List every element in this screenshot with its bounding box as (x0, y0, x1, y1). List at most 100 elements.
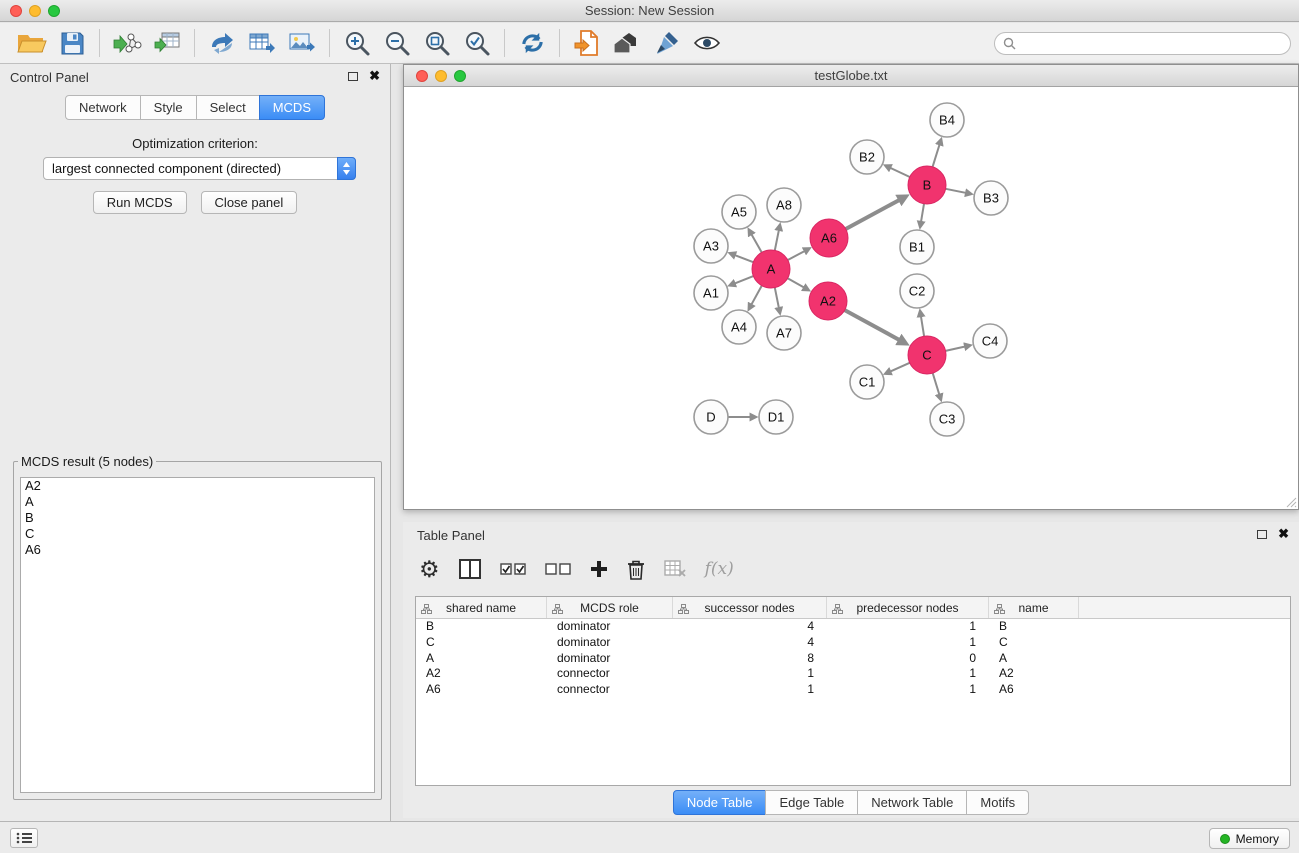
table-row[interactable]: A2connector11A2 (416, 666, 1290, 682)
graph-node-B1[interactable]: B1 (900, 230, 934, 264)
column-header-predecessor-nodes[interactable]: predecessor nodes (827, 597, 989, 618)
export-table-button[interactable] (242, 26, 282, 60)
close-panel-icon[interactable]: ✖ (369, 70, 380, 82)
import-network-button[interactable] (107, 26, 147, 60)
close-panel-button[interactable]: Close panel (201, 191, 298, 214)
zoom-fit-button[interactable] (417, 26, 457, 60)
network-close-button[interactable] (416, 70, 428, 82)
network-minimize-button[interactable] (435, 70, 447, 82)
float-table-panel-icon[interactable] (1257, 530, 1267, 539)
save-session-button[interactable] (52, 26, 92, 60)
close-button[interactable] (10, 5, 22, 17)
graph-node-A[interactable]: A (752, 250, 790, 288)
close-table-panel-icon[interactable]: ✖ (1278, 528, 1289, 540)
minimize-button[interactable] (29, 5, 41, 17)
graph-node-C4[interactable]: C4 (973, 324, 1007, 358)
delete-table-icon[interactable] (664, 560, 686, 578)
edge-B-B4[interactable] (933, 145, 940, 167)
zoom-in-button[interactable] (337, 26, 377, 60)
edge-C-C3[interactable] (933, 373, 940, 394)
tab-network-table[interactable]: Network Table (857, 790, 967, 815)
run-mcds-button[interactable]: Run MCDS (93, 191, 187, 214)
column-header-shared-name[interactable]: shared name (416, 597, 547, 618)
edge-A-A2[interactable] (788, 278, 804, 287)
mcds-result-item[interactable]: C (21, 526, 374, 542)
tab-select[interactable]: Select (196, 95, 260, 120)
edge-A-A8[interactable] (775, 231, 779, 251)
tab-edge-table[interactable]: Edge Table (765, 790, 858, 815)
edge-A-A5[interactable] (752, 235, 762, 253)
tab-network[interactable]: Network (65, 95, 141, 120)
graph-node-A1[interactable]: A1 (694, 276, 728, 310)
edge-A-A3[interactable] (735, 255, 753, 262)
search-input[interactable] (1021, 36, 1271, 51)
graph-node-A2[interactable]: A2 (809, 282, 847, 320)
column-visibility-icon[interactable] (459, 559, 481, 579)
graphics-details-button[interactable] (647, 26, 687, 60)
tab-motifs[interactable]: Motifs (966, 790, 1029, 815)
edge-B-B3[interactable] (946, 189, 966, 193)
edge-A2-C[interactable] (845, 310, 899, 340)
mcds-result-item[interactable]: B (21, 510, 374, 526)
graph-node-D1[interactable]: D1 (759, 400, 793, 434)
graph-node-D[interactable]: D (694, 400, 728, 434)
edge-C-C2[interactable] (921, 317, 924, 337)
edge-A-A1[interactable] (735, 276, 753, 283)
mcds-result-item[interactable]: A2 (21, 478, 374, 494)
tab-node-table[interactable]: Node Table (673, 790, 767, 815)
edge-A6-B[interactable] (846, 200, 899, 229)
column-header-MCDS-role[interactable]: MCDS role (547, 597, 673, 618)
resize-grip-icon[interactable] (1285, 496, 1297, 508)
deselect-all-rows-icon[interactable] (545, 562, 571, 576)
export-image-button[interactable] (282, 26, 322, 60)
float-panel-icon[interactable] (348, 72, 358, 81)
graph-node-B[interactable]: B (908, 166, 946, 204)
graph-node-C[interactable]: C (908, 336, 946, 374)
graph-node-B3[interactable]: B3 (974, 181, 1008, 215)
edge-C-C1[interactable] (891, 363, 910, 372)
network-view[interactable]: B4B2BB3A5A8A6B1A3AC2A1A2A4A7C4CC1C3DD1 (404, 87, 1298, 509)
edge-B-B1[interactable] (921, 204, 924, 222)
graph-node-A7[interactable]: A7 (767, 316, 801, 350)
add-row-icon[interactable] (590, 560, 608, 578)
network-zoom-button[interactable] (454, 70, 466, 82)
graph-node-A5[interactable]: A5 (722, 195, 756, 229)
show-hide-details-button[interactable] (687, 26, 727, 60)
zoom-selected-button[interactable] (457, 26, 497, 60)
graph-node-A4[interactable]: A4 (722, 310, 756, 344)
table-row[interactable]: Cdominator41C (416, 635, 1290, 651)
criterion-dropdown[interactable]: largest connected component (directed) (43, 157, 356, 180)
column-header-successor-nodes[interactable]: successor nodes (673, 597, 827, 618)
mcds-result-item[interactable]: A6 (21, 542, 374, 558)
open-document-button[interactable] (567, 26, 607, 60)
graph-node-B4[interactable]: B4 (930, 103, 964, 137)
table-row[interactable]: Bdominator41B (416, 619, 1290, 635)
show-all-networks-button[interactable] (607, 26, 647, 60)
network-canvas[interactable]: B4B2BB3A5A8A6B1A3AC2A1A2A4A7C4CC1C3DD1 (404, 87, 1298, 509)
mcds-result-item[interactable]: A (21, 494, 374, 510)
graph-node-A8[interactable]: A8 (767, 188, 801, 222)
mcds-result-list[interactable]: A2ABCA6 (20, 477, 375, 793)
graph-node-C1[interactable]: C1 (850, 365, 884, 399)
open-session-button[interactable] (12, 26, 52, 60)
graph-node-A6[interactable]: A6 (810, 219, 848, 257)
table-settings-gear-icon[interactable]: ⚙ (419, 558, 440, 581)
edge-A-A6[interactable] (788, 251, 805, 260)
import-table-button[interactable] (147, 26, 187, 60)
tab-style[interactable]: Style (140, 95, 197, 120)
toolbar-search[interactable] (994, 32, 1291, 55)
select-all-rows-icon[interactable] (500, 562, 526, 576)
function-builder-icon[interactable]: f(x) (705, 559, 734, 579)
tab-mcds[interactable]: MCDS (259, 95, 325, 120)
graph-node-B2[interactable]: B2 (850, 140, 884, 174)
table-row[interactable]: Adominator80A (416, 651, 1290, 667)
memory-button[interactable]: Memory (1209, 828, 1290, 849)
edge-A-A7[interactable] (775, 288, 779, 308)
delete-rows-trash-icon[interactable] (627, 559, 645, 580)
graph-node-C2[interactable]: C2 (900, 274, 934, 308)
table-row[interactable]: A6connector11A6 (416, 682, 1290, 698)
edge-C-C4[interactable] (946, 347, 965, 351)
graph-node-A3[interactable]: A3 (694, 229, 728, 263)
export-network-button[interactable] (202, 26, 242, 60)
column-header-name[interactable]: name (989, 597, 1079, 618)
